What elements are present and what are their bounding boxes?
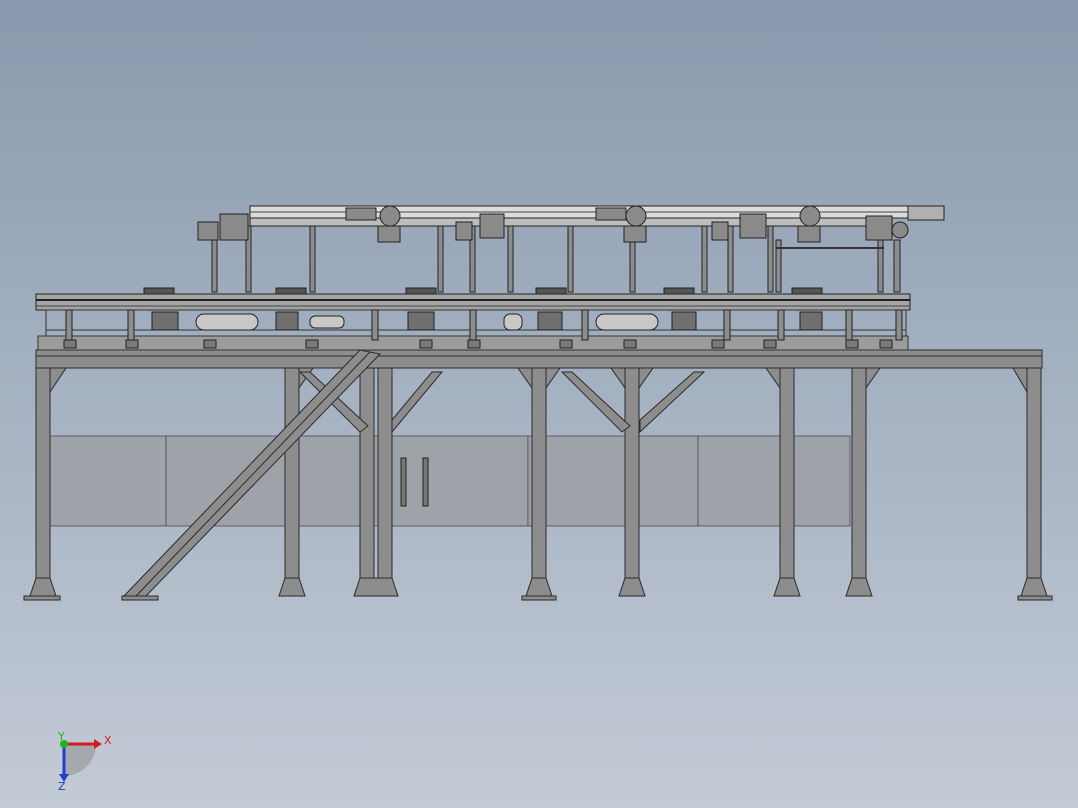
- cad-graphics-viewport[interactable]: X Y Z: [0, 0, 1078, 808]
- triad-x-label: X: [104, 734, 112, 747]
- upper-conveyor-hangers: [211, 225, 901, 293]
- triad-x-arrowhead: [94, 739, 102, 749]
- support-platform-frame: [23, 349, 1053, 601]
- deck-main-beam: [35, 349, 1043, 369]
- column-base-plates: [23, 577, 1053, 601]
- triad-y-label: Y: [57, 730, 65, 743]
- upper-conveyor-line: [197, 205, 945, 293]
- triad-shadow: [64, 744, 96, 776]
- coordinate-triad: X Y Z: [57, 730, 112, 793]
- triad-z-label: Z: [58, 780, 66, 793]
- main-conveyor-line: [35, 287, 911, 351]
- rear-cladding-panels: [47, 435, 851, 527]
